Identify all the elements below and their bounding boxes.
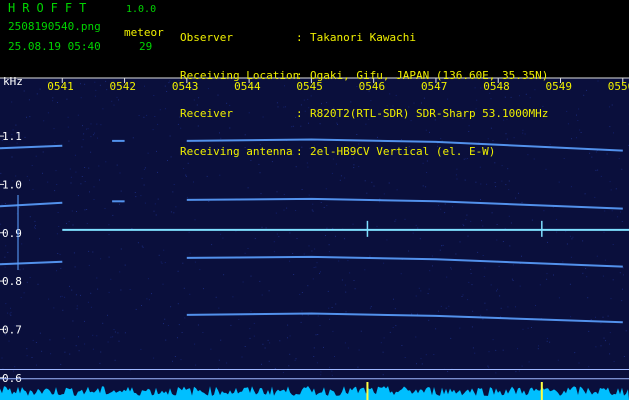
station-info: Observer: Takanori Kawachi Receiving Loca… xyxy=(180,5,548,183)
x-tick-label: 0541 xyxy=(47,80,74,93)
x-tick-label: 0549 xyxy=(545,80,572,93)
info-key: Receiver xyxy=(180,107,233,120)
info-colon: : xyxy=(296,145,303,158)
info-key: Receiving antenna xyxy=(180,145,293,158)
info-colon: : xyxy=(296,31,303,44)
info-key: Receiving Location xyxy=(180,69,300,82)
info-observer: Observer: Takanori Kawachi xyxy=(180,31,548,44)
info-value: 2el-HB9CV Vertical (el. E-W) xyxy=(310,145,496,158)
x-tick-label: 0550 xyxy=(608,80,629,93)
info-value: Takanori Kawachi xyxy=(310,31,416,44)
info-receiver: Receiver: R820T2(RTL-SDR) SDR-Sharp 53.10… xyxy=(180,107,549,120)
y-tick-label: 0.8 xyxy=(2,275,22,288)
y-axis-unit: kHz xyxy=(3,75,23,88)
info-value: R820T2(RTL-SDR) SDR-Sharp 53.1000MHz xyxy=(310,107,549,120)
y-tick-label: 0.7 xyxy=(2,323,22,336)
app-brand: HROFFT xyxy=(8,1,94,15)
info-key: Observer xyxy=(180,31,233,44)
strip-marker xyxy=(366,382,369,400)
y-tick-label: 1.1 xyxy=(2,130,22,143)
info-colon: : xyxy=(296,107,303,120)
strip-marker xyxy=(540,382,543,400)
y-tick-label: 1.0 xyxy=(2,178,22,191)
observation-datetime: 25.08.19 05:40 xyxy=(8,40,101,53)
meteor-label: meteor xyxy=(124,26,164,39)
y-tick-label: 0.9 xyxy=(2,227,22,240)
image-filename: 2508190540.png xyxy=(8,20,101,33)
info-value: Ogaki, Gifu, JAPAN (136.60E, 35.35N) xyxy=(310,69,549,82)
app-version: 1.0.0 xyxy=(126,4,157,15)
info-antenna: Receiving antenna:2el-HB9CV Vertical (el… xyxy=(180,145,548,158)
hrofft-window: 0541054205430544054505460547054805490550… xyxy=(0,0,629,400)
meteor-count: 29 xyxy=(139,40,153,53)
info-colon: : xyxy=(296,69,303,82)
info-location: Receiving Location: Ogaki, Gifu, JAPAN (1… xyxy=(180,69,549,82)
x-tick-label: 0542 xyxy=(110,80,137,93)
